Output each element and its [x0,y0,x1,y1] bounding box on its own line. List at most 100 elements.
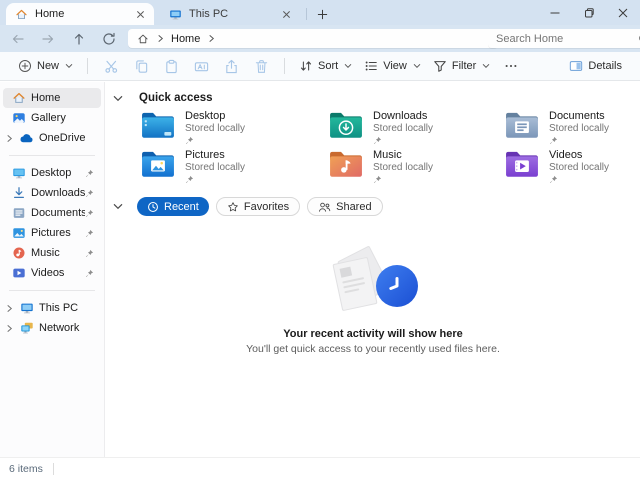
folder-downloads-icon [330,112,362,138]
new-button[interactable]: New [12,55,79,77]
pin-icon [373,175,433,184]
sidebar-item-network[interactable]: Network [3,318,101,338]
command-toolbar: New Sort View Filter Details [0,52,640,81]
sort-button[interactable]: Sort [293,55,358,77]
folder-pictures-icon [142,151,174,177]
tile-name: Downloads [373,110,428,122]
status-bar: 6 items [0,457,640,480]
refresh-icon[interactable] [101,31,117,47]
breadcrumb-item[interactable]: Home [171,33,200,45]
expander-chevron-icon[interactable] [3,134,19,143]
tile-name: Pictures [185,149,225,161]
rename-icon[interactable] [186,55,216,78]
collapse-chevron-icon[interactable] [113,95,123,102]
quick-access-tile-pictures[interactable]: Pictures Stored locally [141,149,313,185]
tab-this-pc[interactable]: This PC [160,3,300,25]
quick-access-header: Quick access [113,92,213,104]
more-options-icon[interactable] [496,55,526,77]
tab-shared[interactable]: Shared [307,197,383,216]
tab-home[interactable]: Home [6,3,154,25]
address-bar[interactable]: Home [128,29,498,48]
pin-icon [85,269,95,278]
pin-icon [85,189,95,198]
tile-subtitle: Stored locally [549,123,610,135]
search-input[interactable] [496,32,638,45]
network-icon [19,321,34,336]
tab-label: Home [35,8,65,20]
sidebar-item-pictures[interactable]: Pictures [3,223,101,243]
breadcrumb-chevron-icon[interactable] [157,34,164,43]
quick-access-tile-desktop[interactable]: Desktop Stored locally [141,110,313,146]
gallery-icon [11,111,26,126]
tab-recent[interactable]: Recent [137,197,209,216]
quick-access-tile-videos[interactable]: Videos Stored locally [505,149,640,185]
section-title: Quick access [139,92,213,104]
chevron-down-icon [482,63,490,69]
sidebar-item-onedrive[interactable]: OneDrive [3,128,101,148]
sidebar-item-downloads[interactable]: Downloads [3,183,101,203]
clock-icon [147,201,159,213]
tile-subtitle: Stored locally [373,162,434,174]
status-divider [52,463,54,475]
tile-name: Music [373,149,402,161]
sidebar-item-music[interactable]: Music [3,243,101,263]
minimize-button[interactable] [538,0,572,25]
tab-close-icon[interactable] [136,10,145,19]
sidebar-divider [9,155,95,156]
forward-icon[interactable] [40,31,56,47]
delete-icon[interactable] [246,55,276,78]
activity-tabs: Recent Favorites Shared [113,197,390,216]
home-icon [15,8,28,21]
onedrive-icon [19,131,34,146]
pictures-icon [11,226,26,241]
sidebar-item-this-pc[interactable]: This PC [3,298,101,318]
collapse-chevron-icon[interactable] [113,203,123,210]
quick-access-tile-downloads[interactable]: Downloads Stored locally [329,110,501,146]
maximize-button[interactable] [572,0,606,25]
quick-access-tile-music[interactable]: Music Stored locally [329,149,501,185]
tile-name: Videos [549,149,583,161]
breadcrumb-chevron-icon[interactable] [208,34,215,43]
folder-music-icon [330,151,362,177]
close-button[interactable] [606,0,640,25]
tab-favorites[interactable]: Favorites [215,197,301,216]
paste-icon[interactable] [156,55,186,78]
tile-name: Desktop [185,110,226,122]
filter-button[interactable]: Filter [427,55,496,77]
toolbar-separator [284,58,286,74]
home-icon [11,91,26,106]
sidebar-item-videos[interactable]: Videos [3,263,101,283]
documents-icon [11,206,26,221]
sidebar-item-desktop[interactable]: Desktop [3,163,101,183]
search-box[interactable] [488,29,640,48]
expander-chevron-icon[interactable] [3,304,19,313]
quick-access-tile-documents[interactable]: Documents Stored locally [505,110,640,146]
home-icon[interactable] [137,33,149,45]
this-pc-icon [19,301,34,316]
sidebar-item-home[interactable]: Home [3,88,101,108]
up-icon[interactable] [71,31,87,47]
navigation-bar: Home [0,25,640,52]
pin-icon [85,169,95,178]
share-icon[interactable] [216,55,246,78]
sidebar-item-gallery[interactable]: Gallery [3,108,101,128]
pin-icon [549,175,609,184]
clock-icon [376,265,418,307]
sidebar-item-documents[interactable]: Documents [3,203,101,223]
pin-icon [185,175,245,184]
expander-chevron-icon[interactable] [3,324,19,333]
tile-subtitle: Stored locally [185,123,246,135]
tab-bar: Home This PC [0,0,640,25]
new-tab-button[interactable] [314,6,330,22]
cut-icon[interactable] [96,55,126,78]
details-button[interactable]: Details [563,55,628,77]
pin-icon [85,249,95,258]
tab-close-icon[interactable] [282,10,291,19]
copy-icon[interactable] [126,55,156,78]
view-button[interactable]: View [358,55,427,77]
back-icon[interactable] [10,31,26,47]
folder-desktop-icon [142,112,174,138]
desktop-icon [11,166,26,181]
pin-icon [85,229,95,238]
people-icon [318,201,331,213]
